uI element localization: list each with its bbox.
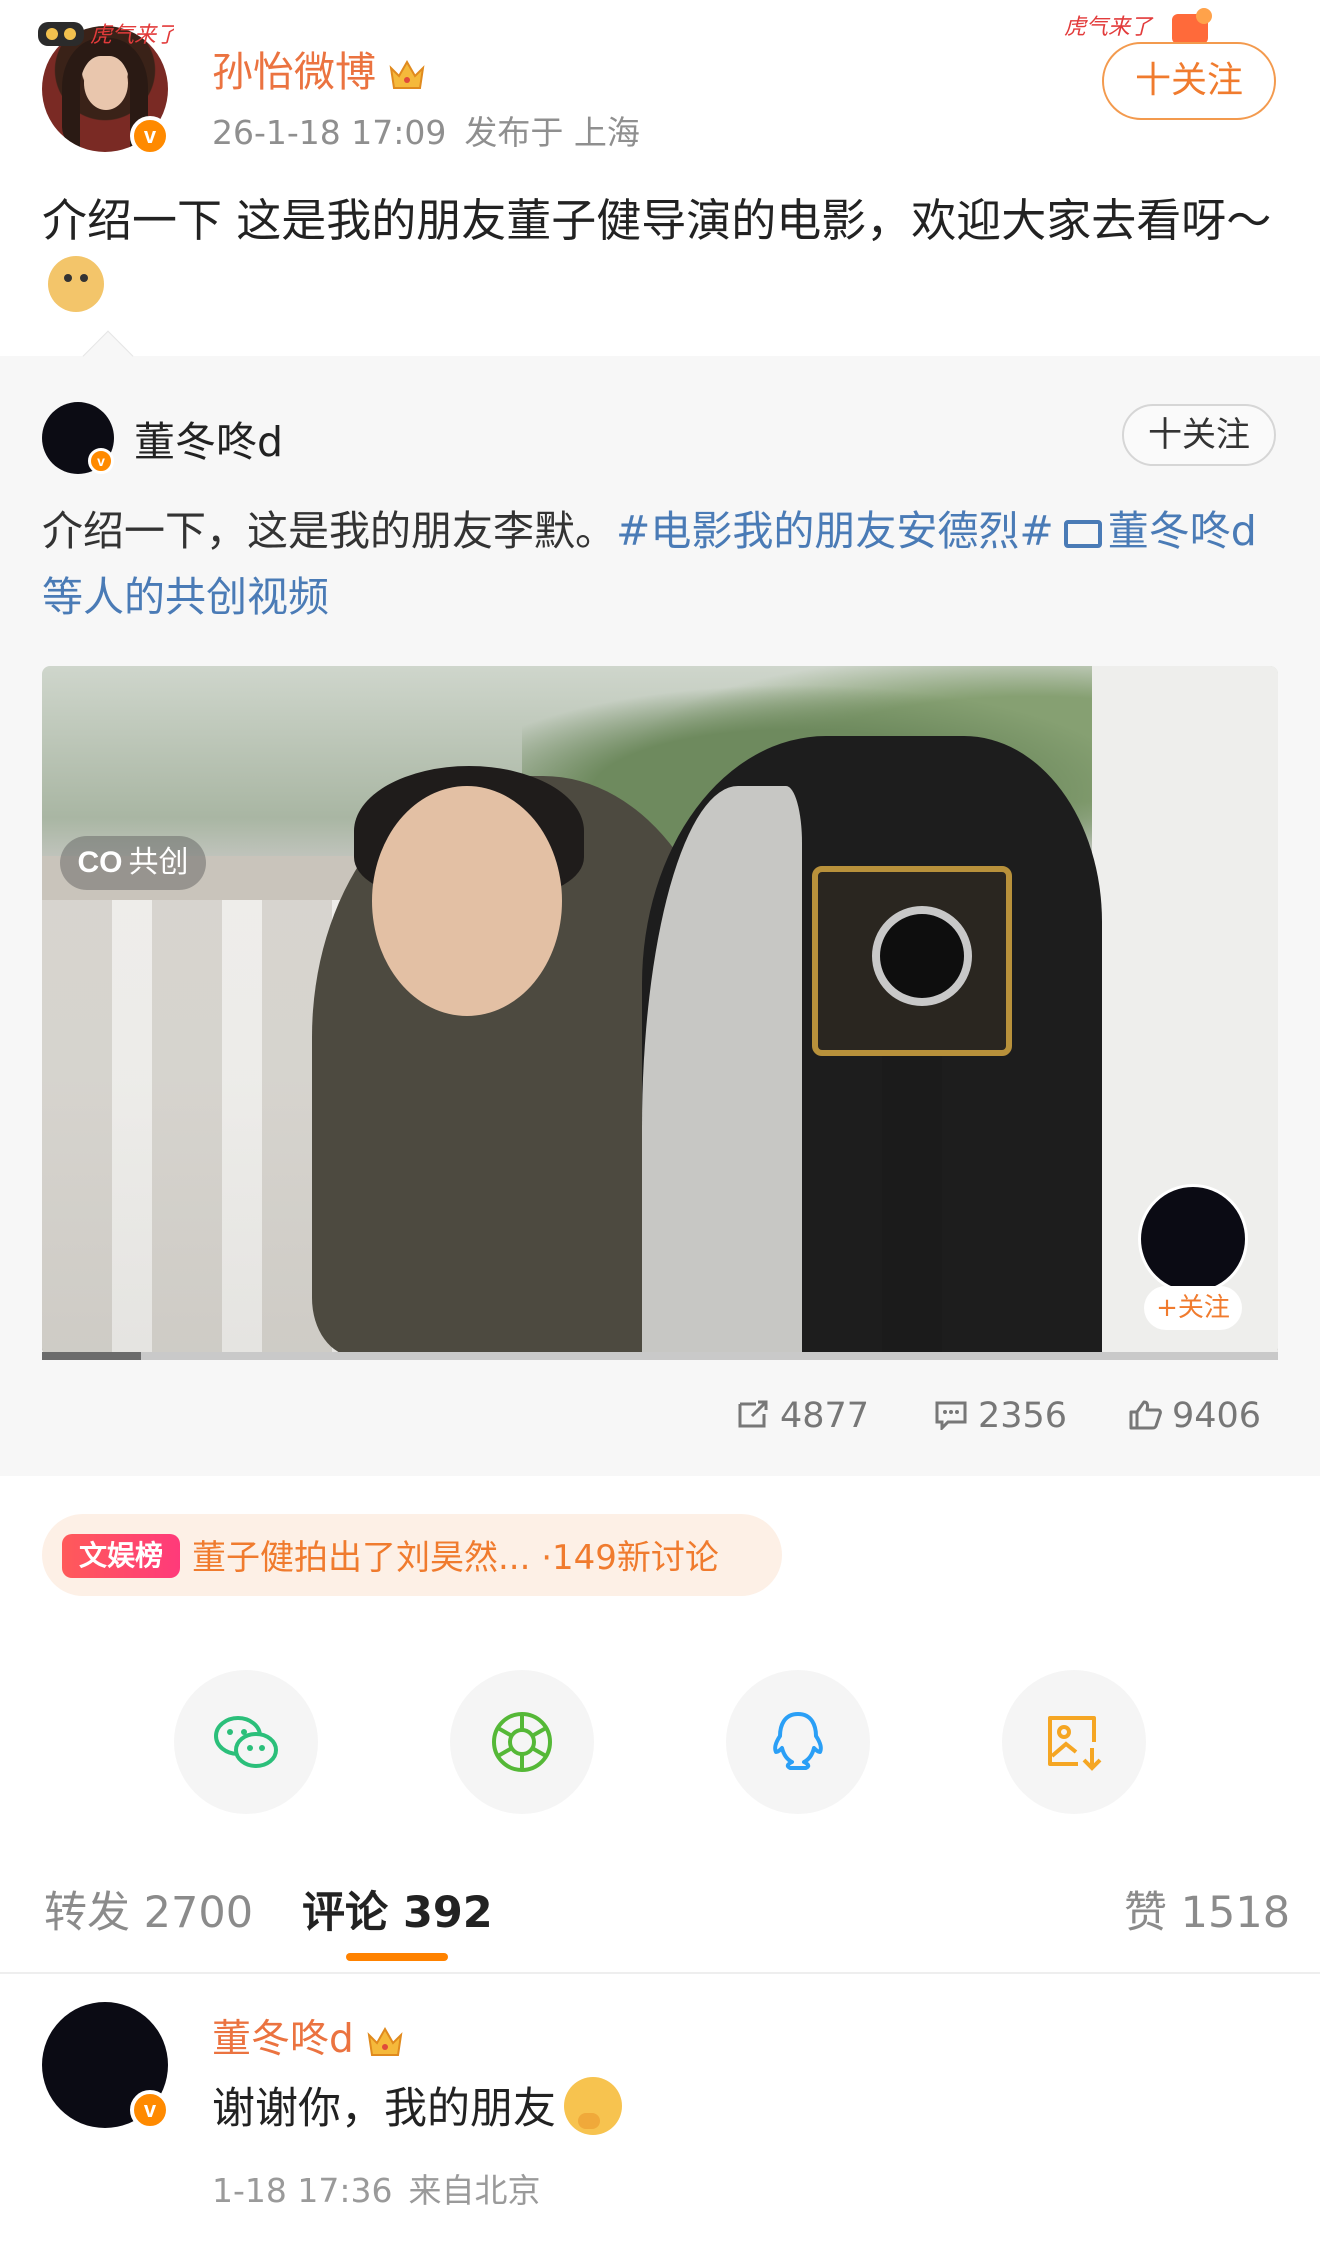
video-player[interactable] <box>42 666 1278 1356</box>
share-qq-button[interactable] <box>726 1670 870 1814</box>
svg-text:虎气来了: 虎气来了 <box>90 23 174 48</box>
video-progress-bar[interactable] <box>42 1352 1278 1360</box>
trending-topic-pill[interactable]: 文娱榜 董子健拍出了刘昊然... ·149新讨论 <box>42 1514 782 1596</box>
qq-icon <box>773 1712 823 1770</box>
video-author-avatar[interactable] <box>1138 1184 1248 1294</box>
save-image-button[interactable] <box>1002 1670 1146 1814</box>
comment-icon <box>935 1401 967 1430</box>
weibo-post: 虎气来了 v 孙怡微博 26-1-18 17:09 发布于 上海 虎气来了 十关注… <box>0 0 1320 356</box>
verified-badge-icon: v <box>130 116 170 156</box>
follow-button[interactable]: 十关注 <box>1102 42 1276 120</box>
comment-text: 谢谢你，我的朋友 <box>212 2074 622 2136</box>
post-username[interactable]: 孙怡微博 <box>212 38 426 98</box>
retweet-author-name[interactable]: 董冬咚d <box>134 408 283 468</box>
entertainment-ranking-badge: 文娱榜 <box>62 1534 180 1578</box>
comment-author-name[interactable]: 董冬咚d <box>212 2008 404 2064</box>
comment-source: 来自北京 <box>408 2171 541 2210</box>
post-meta: 26-1-18 17:09 发布于 上海 <box>212 106 640 154</box>
video-author-follow-button[interactable]: +关注 <box>1144 1286 1242 1330</box>
crown-icon <box>367 2026 403 2056</box>
hashtag-link[interactable]: #电影我的朋友安德烈# <box>616 507 1054 555</box>
crown-icon <box>389 59 425 89</box>
co-tag-prefix: CO <box>77 846 123 879</box>
post-text: 介绍一下 这是我的朋友董子健导演的电影，欢迎大家去看呀～ <box>42 188 1282 320</box>
co-creation-tag[interactable]: CO 共创 <box>60 836 206 890</box>
verified-badge-icon: v <box>130 2090 170 2130</box>
comment-timestamp: 1-18 17:36 <box>212 2171 393 2210</box>
repost-count-value: 4877 <box>780 1396 870 1436</box>
retweet-text-body: 介绍一下，这是我的朋友李默。 <box>42 507 616 555</box>
trending-topic-text: 董子健拍出了刘昊然... ·149新讨论 <box>192 1538 719 1578</box>
tab-reposts[interactable]: 转发 2700 <box>44 1878 253 1940</box>
comment-count-value: 2356 <box>978 1396 1068 1436</box>
svg-text:虎气来了: 虎气来了 <box>1064 15 1154 40</box>
like-count-value: 9406 <box>1172 1396 1262 1436</box>
video-icon <box>1063 520 1102 548</box>
repost-count[interactable]: 4877 <box>736 1396 869 1436</box>
video-progress-fill <box>42 1352 141 1360</box>
active-tab-indicator <box>346 1953 448 1961</box>
comment-count[interactable]: 2356 <box>934 1396 1067 1436</box>
post-location: 发布于 上海 <box>464 113 640 152</box>
repost-icon <box>738 1400 768 1428</box>
doge-emoji-icon <box>48 256 104 312</box>
tab-comments[interactable]: 评论 392 <box>302 1878 493 1940</box>
save-image-icon <box>1048 1716 1102 1771</box>
retweet-text: 介绍一下，这是我的朋友李默。#电影我的朋友安德烈# 董冬咚d等人的共创视频 <box>42 498 1282 630</box>
retweeted-post[interactable]: v 董冬咚d 十关注 介绍一下，这是我的朋友李默。#电影我的朋友安德烈# 董冬咚d… <box>0 330 1320 1476</box>
wechat-icon <box>214 1716 278 1768</box>
tab-likes[interactable]: 赞 1518 <box>1124 1878 1290 1940</box>
moments-icon <box>492 1712 552 1772</box>
like-count[interactable]: 9406 <box>1128 1396 1261 1436</box>
verified-badge-icon: v <box>88 448 114 474</box>
co-tag-label: 共创 <box>128 845 189 880</box>
new-year-avatar-frame-icon: 虎气来了 <box>38 22 174 48</box>
comment-meta: 1-18 17:36 来自北京 <box>212 2164 541 2212</box>
thinking-emoji-icon <box>564 2077 622 2135</box>
thumbs-up-icon <box>1129 1400 1162 1430</box>
share-moments-button[interactable] <box>450 1670 594 1814</box>
tabs-divider <box>0 1972 1320 1974</box>
share-wechat-button[interactable] <box>174 1670 318 1814</box>
post-timestamp: 26-1-18 17:09 <box>212 113 447 152</box>
retweet-follow-button[interactable]: 十关注 <box>1122 404 1276 466</box>
